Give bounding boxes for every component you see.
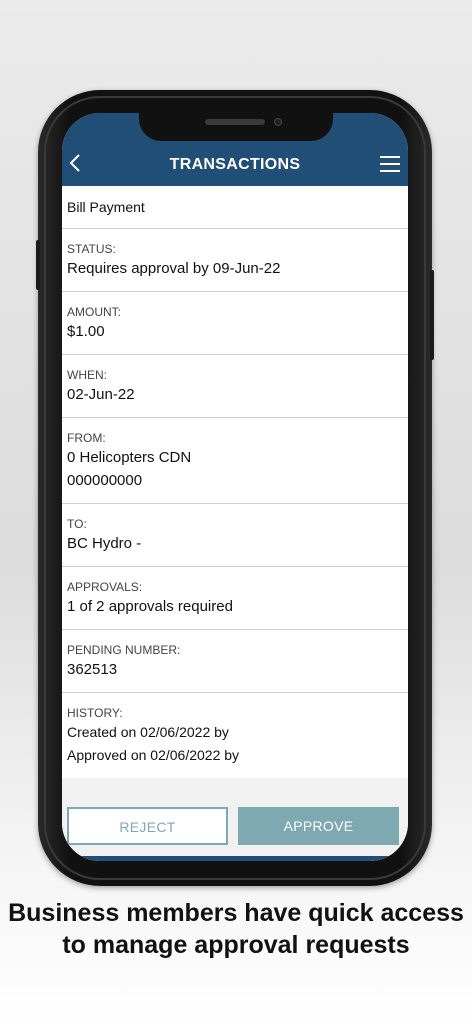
amount-label: AMOUNT: — [67, 305, 121, 319]
to-value: BC Hydro - — [67, 535, 142, 552]
status-row: STATUS: Requires approval by 09-Jun-22 — [62, 229, 408, 292]
status-value: Requires approval by 09-Jun-22 — [67, 260, 281, 277]
approvals-value: 1 of 2 approvals required — [67, 598, 233, 615]
approvals-row: APPROVALS: 1 of 2 approvals required — [62, 567, 408, 630]
transaction-type: Bill Payment — [67, 199, 145, 215]
from-account-number: 000000000 — [67, 472, 143, 489]
from-row: FROM: 0 Helicopters CDN 000000000 — [62, 418, 408, 504]
from-label: FROM: — [67, 431, 106, 445]
when-label: WHEN: — [67, 368, 107, 382]
amount-row: AMOUNT: $1.00 — [62, 292, 408, 355]
to-label: TO: — [67, 517, 87, 531]
amount-value: $1.00 — [67, 323, 105, 340]
bottom-bar — [62, 856, 408, 861]
front-camera — [275, 119, 281, 125]
history-row: HISTORY: Created on 02/06/2022 by Approv… — [62, 693, 408, 779]
pending-number-value: 362513 — [67, 661, 118, 678]
when-row: WHEN: 02-Jun-22 — [62, 355, 408, 418]
speaker — [205, 119, 265, 125]
reject-button[interactable]: REJECT — [67, 807, 228, 845]
to-row: TO: BC Hydro - — [62, 504, 408, 567]
page-title: TRANSACTIONS — [169, 156, 301, 173]
history-created: Created on 02/06/2022 by — [67, 724, 229, 740]
pending-number-label: PENDING NUMBER: — [67, 643, 181, 657]
caption-line-1: Business members have quick access — [8, 899, 464, 927]
approve-button[interactable]: APPROVE — [238, 807, 399, 845]
pending-number-row: PENDING NUMBER: 362513 — [62, 630, 408, 693]
from-account-name: 0 Helicopters CDN — [67, 449, 192, 466]
history-approved: Approved on 02/06/2022 by — [67, 747, 240, 763]
transaction-type-row: Bill Payment — [62, 186, 408, 229]
marketing-caption: Business members have quick access to ma… — [0, 897, 472, 961]
hamburger-menu-icon[interactable] — [380, 156, 400, 172]
transaction-details: Bill Payment STATUS: Requires approval b… — [62, 186, 408, 779]
phone-notch — [139, 111, 333, 141]
caption-line-2: to manage approval requests — [62, 931, 410, 959]
side-button — [430, 270, 434, 360]
phone-screen: TRANSACTIONS Bill Payment STATUS: Requir… — [62, 113, 408, 861]
status-label: STATUS: — [67, 242, 116, 256]
action-footer: REJECT APPROVE — [62, 778, 408, 861]
approvals-label: APPROVALS: — [67, 580, 143, 594]
volume-button — [36, 240, 40, 290]
history-label: HISTORY: — [67, 706, 123, 720]
when-value: 02-Jun-22 — [67, 386, 135, 403]
